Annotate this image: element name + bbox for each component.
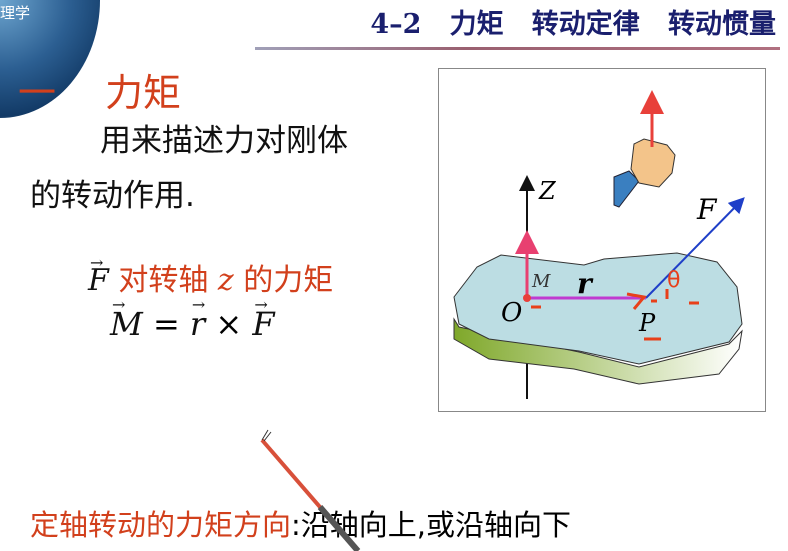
force-vector-symbol: → F <box>88 253 109 298</box>
angle-annotation: θ <box>667 268 680 293</box>
diagram-svg: Z O P M r F θ <box>453 90 745 399</box>
axis-symbol: z <box>217 263 234 298</box>
torque-diagram: Z O P M r F θ <box>438 68 766 412</box>
vector-arrow-icon: → <box>254 295 268 314</box>
equals-sign: = <box>142 305 190 343</box>
force-symbol-2: → F <box>252 295 274 343</box>
origin-point <box>523 294 531 302</box>
point-label: P <box>638 309 656 337</box>
torque-text: 对转轴 <box>108 263 218 298</box>
origin-label: O <box>501 298 522 328</box>
section-title: 力矩 <box>105 71 182 115</box>
right-hand-icon <box>613 138 676 208</box>
torque-formula: → M = → r × → F <box>110 295 275 343</box>
pointer-tip-icon <box>261 429 272 442</box>
torque-text-end: 的力矩 <box>233 263 334 298</box>
vector-arrow-icon: → <box>90 253 104 272</box>
title-divider <box>255 47 780 50</box>
cross-sign: × <box>205 305 253 343</box>
z-axis-label: Z <box>538 177 557 205</box>
description-line-1: 用来描述力对刚体 <box>100 123 348 159</box>
torque-definition: → F 对转轴 z 的力矩 <box>88 253 334 299</box>
description-line-2: 的转动作用. <box>30 178 195 214</box>
direction-text: :沿轴向上,或沿轴向下 <box>291 508 572 542</box>
vector-arrow-icon: → <box>191 295 206 314</box>
slide-title: 4–2 力矩 转动定律 转动惯量 <box>370 9 776 40</box>
torque-direction-statement: 定轴转动的力矩方向:沿轴向上,或沿轴向下 <box>30 502 770 544</box>
radius-symbol: → r <box>190 295 205 343</box>
radius-label: r <box>577 267 594 300</box>
torque-symbol: → M <box>110 295 143 343</box>
direction-heading: 定轴转动的力矩方向 <box>30 508 292 542</box>
force-label: F <box>696 193 718 226</box>
logo-text: 理学 <box>0 4 31 22</box>
vector-arrow-icon: → <box>112 295 126 314</box>
torque-label: M <box>531 271 551 292</box>
section-number: 一 <box>18 71 57 115</box>
